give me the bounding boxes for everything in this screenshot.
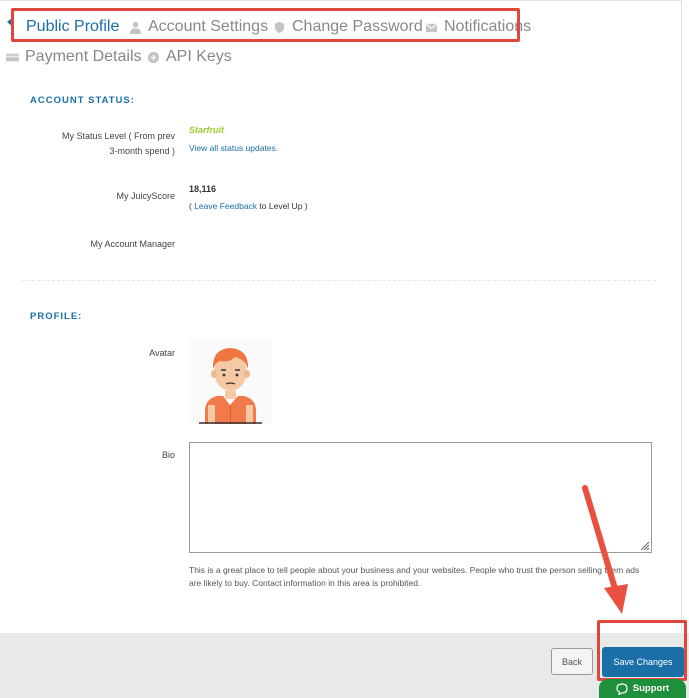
card-icon [6,53,19,61]
support-label: Support [632,683,670,694]
save-highlight-box [597,620,687,681]
status-level-value: Starfruit [189,125,225,135]
juicyscore-label: My JuicyScore [116,191,175,201]
bio-label: Bio [161,450,175,460]
account-status-heading: ACCOUNT STATUS: [30,95,135,106]
status-level-label-line2: 3-month spend ) [109,146,175,156]
chat-icon [616,682,628,695]
back-button[interactable]: Back [551,648,593,675]
status-level-label: My Status Level ( From prev 3-month spen… [40,129,175,159]
profile-heading: PROFILE: [30,311,83,322]
annotation-arrow-icon [582,485,628,614]
view-status-updates-link[interactable]: View all status updates. [189,143,278,153]
support-widget[interactable]: Support [599,679,686,698]
account-manager-label: My Account Manager [90,239,175,249]
tabs-highlight-box [11,8,520,42]
tab-label: API Keys [166,48,232,65]
tab-label: Payment Details [25,48,142,65]
resize-grip-icon[interactable] [639,540,649,550]
tab-payment-details[interactable]: Payment Details [6,48,142,66]
tab-api-keys[interactable]: API Keys [147,48,232,66]
juicyscore-value: 18,116 [189,184,217,194]
avatar-image [199,348,262,424]
status-level-label-line1: My Status Level ( From prev [61,131,175,141]
feedback-suffix: to Level Up ) [257,201,308,211]
avatar[interactable] [189,339,272,424]
section-divider [22,280,656,281]
plus-circle-icon [147,51,160,63]
avatar-label: Avatar [149,348,175,358]
feedback-line: ( Leave Feedback to Level Up ) [189,201,308,211]
leave-feedback-link[interactable]: Leave Feedback [194,201,257,211]
